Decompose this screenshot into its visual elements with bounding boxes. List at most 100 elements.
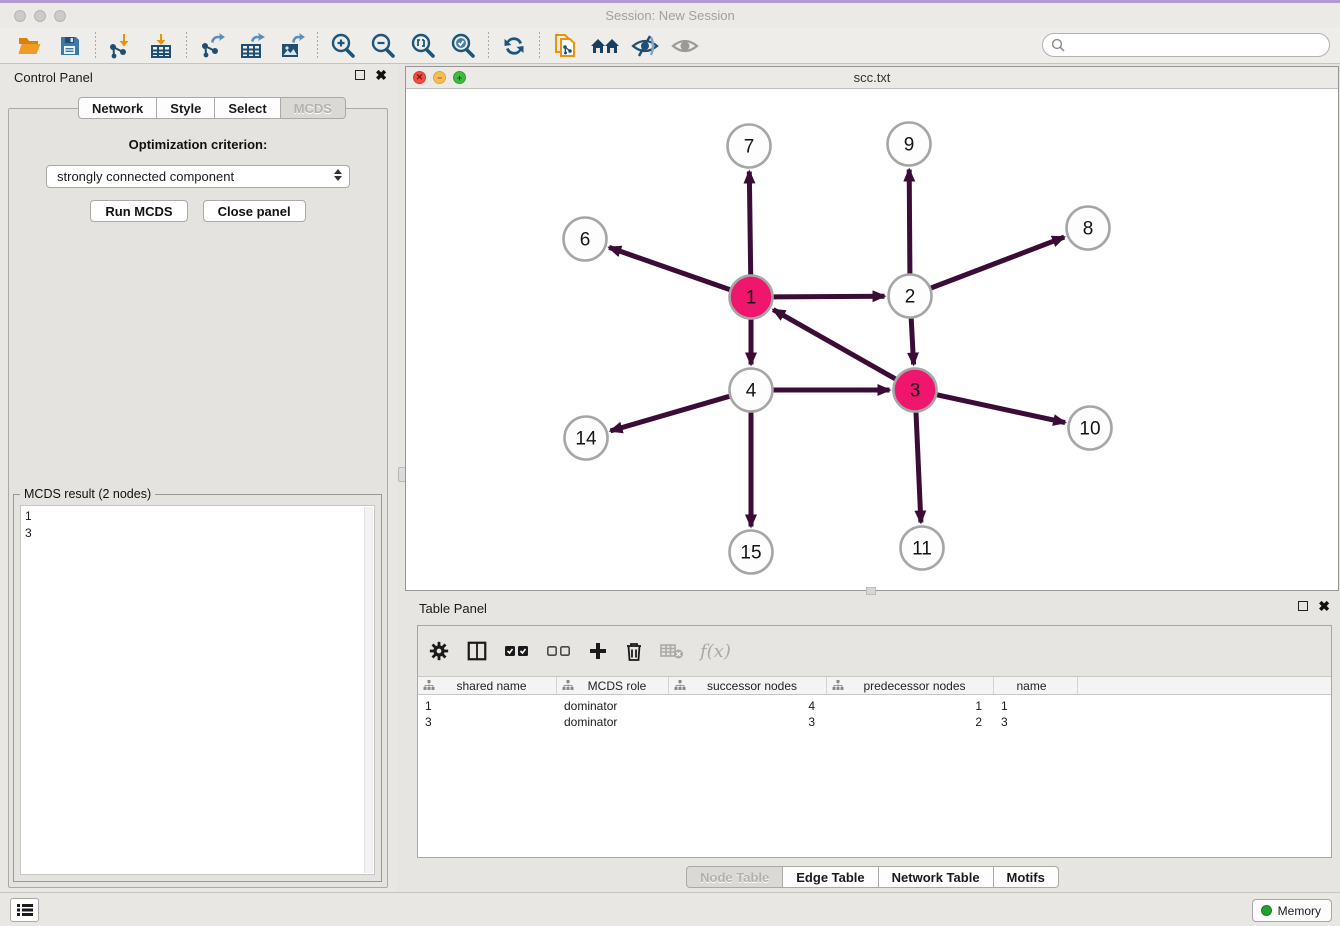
table-cell: 3 <box>994 714 1078 730</box>
edge-3-10[interactable] <box>937 395 1065 423</box>
edge-4-14[interactable] <box>611 396 730 431</box>
table-settings-icon[interactable] <box>428 640 450 662</box>
svg-text:3: 3 <box>910 380 921 401</box>
column-header-successor-nodes[interactable]: successor nodes <box>669 677 827 694</box>
add-column-icon[interactable] <box>588 641 608 661</box>
toolbar-separator <box>186 32 187 60</box>
node-10[interactable]: 10 <box>1069 407 1112 450</box>
edge-3-11[interactable] <box>916 413 921 523</box>
table-cell: 3 <box>669 714 827 730</box>
select-all-icon[interactable] <box>504 643 530 659</box>
node-8[interactable]: 8 <box>1067 207 1110 250</box>
node-2[interactable]: 2 <box>889 275 932 318</box>
delete-column-icon[interactable] <box>624 640 644 662</box>
search-field[interactable] <box>1042 33 1330 57</box>
tab-network-table[interactable]: Network Table <box>879 866 994 888</box>
control-panel-tabs: NetworkStyleSelectMCDS <box>78 97 346 119</box>
node-14[interactable]: 14 <box>565 417 608 460</box>
close-table-panel-icon[interactable]: ✖ <box>1318 600 1330 612</box>
table-tabs: Node TableEdge TableNetwork TableMotifs <box>405 866 1340 888</box>
svg-text:1: 1 <box>746 287 757 308</box>
table-cell: 1 <box>827 698 994 714</box>
refresh-view-icon[interactable] <box>494 31 534 61</box>
first-neighbors-icon[interactable] <box>585 31 625 61</box>
export-network-icon[interactable] <box>192 31 232 61</box>
float-table-panel-icon[interactable] <box>1298 601 1308 611</box>
network-graph[interactable]: 7 9 6 8 1 2 4 3 14 10 15 11 <box>406 89 1338 590</box>
column-pane-icon[interactable] <box>466 640 488 662</box>
open-file-icon[interactable] <box>10 31 50 61</box>
tab-edge-table[interactable]: Edge Table <box>783 866 878 888</box>
memory-button[interactable]: Memory <box>1252 899 1332 922</box>
search-icon <box>1051 38 1065 52</box>
result-line: 1 <box>25 508 370 525</box>
column-header-shared-name[interactable]: shared name <box>418 677 557 694</box>
svg-text:10: 10 <box>1079 418 1100 439</box>
column-header-MCDS-role[interactable]: MCDS role <box>557 677 669 694</box>
svg-text:14: 14 <box>575 428 597 449</box>
network-from-selection-icon[interactable] <box>545 31 585 61</box>
edge-1-6[interactable] <box>609 247 730 289</box>
tab-select[interactable]: Select <box>215 97 280 119</box>
control-panel-header: Control Panel ✖ <box>0 64 397 90</box>
table-cell: 3 <box>418 714 557 730</box>
export-image-icon[interactable] <box>272 31 312 61</box>
svg-text:4: 4 <box>746 380 757 401</box>
status-bar: Memory <box>0 892 1340 926</box>
node-1[interactable]: 1 <box>730 276 773 319</box>
show-all-icon[interactable] <box>665 31 705 61</box>
tab-node-table[interactable]: Node Table <box>686 866 783 888</box>
column-header-predecessor-nodes[interactable]: predecessor nodes <box>827 677 994 694</box>
tab-motifs[interactable]: Motifs <box>994 866 1059 888</box>
node-7[interactable]: 7 <box>728 125 771 168</box>
node-3[interactable]: 3 <box>894 369 937 412</box>
node-6[interactable]: 6 <box>564 218 607 261</box>
horizontal-splitter-grip[interactable] <box>866 587 876 595</box>
toolbar-separator <box>488 32 489 60</box>
edge-1-2[interactable] <box>774 296 885 297</box>
tab-style[interactable]: Style <box>157 97 215 119</box>
node-11[interactable]: 11 <box>901 527 944 570</box>
table-cell: 1 <box>418 698 557 714</box>
close-panel-icon[interactable]: ✖ <box>375 69 387 81</box>
column-header-name[interactable]: name <box>994 677 1078 694</box>
task-history-button[interactable] <box>10 898 39 922</box>
svg-text:11: 11 <box>912 538 932 559</box>
float-panel-icon[interactable] <box>355 70 365 80</box>
zoom-selected-icon[interactable] <box>443 31 483 61</box>
svg-text:9: 9 <box>904 134 915 155</box>
result-scrollbar[interactable] <box>364 507 373 873</box>
criterion-select[interactable]: strongly connected component <box>46 165 350 188</box>
mcds-result-text[interactable]: 13 <box>20 505 375 875</box>
save-session-icon[interactable] <box>50 31 90 61</box>
control-panel-title: Control Panel <box>14 70 93 85</box>
result-lines-container: 13 <box>25 508 370 542</box>
table-row[interactable]: 1dominator411 <box>418 698 1331 714</box>
export-table-icon[interactable] <box>232 31 272 61</box>
table-row[interactable]: 3dominator323 <box>418 714 1331 730</box>
zoom-fit-icon[interactable] <box>403 31 443 61</box>
network-canvas[interactable]: 7 9 6 8 1 2 4 3 14 10 15 11 <box>406 89 1338 590</box>
edge-2-8[interactable] <box>931 237 1064 288</box>
edge-2-3[interactable] <box>911 319 913 365</box>
tab-mcds[interactable]: MCDS <box>281 97 346 119</box>
table-cell: dominator <box>557 714 669 730</box>
deselect-all-icon[interactable] <box>546 643 572 659</box>
run-mcds-button[interactable]: Run MCDS <box>90 200 187 222</box>
import-network-icon[interactable] <box>101 31 141 61</box>
network-window-titlebar[interactable]: ✕ − + scc.txt <box>406 67 1338 89</box>
edge-1-7[interactable] <box>749 172 750 275</box>
edge-3-1[interactable] <box>773 310 895 379</box>
edge-2-9[interactable] <box>909 170 910 274</box>
zoom-out-icon[interactable] <box>363 31 403 61</box>
node-4[interactable]: 4 <box>730 369 773 412</box>
close-panel-button[interactable]: Close panel <box>203 200 306 222</box>
zoom-in-icon[interactable] <box>323 31 363 61</box>
tab-network[interactable]: Network <box>78 97 157 119</box>
node-table-container: f(x) shared nameMCDS rolesuccessor nodes… <box>417 625 1332 858</box>
import-table-icon[interactable] <box>141 31 181 61</box>
hide-selected-icon[interactable] <box>625 31 665 61</box>
node-9[interactable]: 9 <box>888 123 931 166</box>
node-15[interactable]: 15 <box>730 531 773 574</box>
search-input[interactable] <box>1070 38 1329 52</box>
